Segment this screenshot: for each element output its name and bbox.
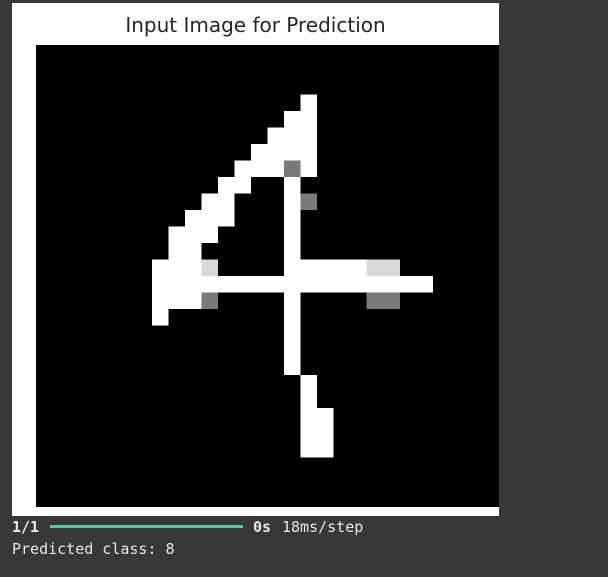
figure-panel: Input Image for Prediction bbox=[12, 3, 499, 516]
digit-pixel bbox=[300, 127, 318, 144]
progress-elapsed: 0s bbox=[253, 518, 272, 536]
digit-pixel bbox=[399, 276, 417, 293]
digit-pixel bbox=[234, 177, 251, 194]
digit-pixel bbox=[267, 144, 285, 161]
digit-pixel bbox=[366, 259, 384, 276]
digit-pixel bbox=[317, 276, 334, 293]
digit-pixel bbox=[366, 292, 384, 309]
digit-pixel bbox=[284, 144, 301, 161]
digit-pixel bbox=[151, 259, 169, 276]
digit-pixel bbox=[168, 292, 185, 309]
digit-pixel bbox=[201, 292, 218, 309]
digit-pixel bbox=[284, 309, 301, 326]
digit-pixel bbox=[217, 210, 235, 227]
digit-pixel bbox=[217, 193, 235, 210]
digit-pixel bbox=[234, 160, 251, 177]
digit-pixel bbox=[284, 276, 301, 293]
digit-pixel bbox=[350, 259, 367, 276]
digit-pixel bbox=[317, 259, 334, 276]
digit-pixel bbox=[267, 276, 285, 293]
digit-pixel bbox=[284, 342, 301, 359]
progress-steps: 1/1 bbox=[12, 518, 40, 536]
progress-line: 1/1 0s 18ms/step bbox=[12, 516, 602, 538]
digit-pixel bbox=[184, 243, 202, 260]
digit-pixel bbox=[300, 193, 318, 210]
digit-pixel bbox=[300, 94, 318, 111]
prediction-text: Predicted class: 8 bbox=[12, 540, 175, 558]
digit-pixel bbox=[300, 160, 318, 177]
digit-pixel bbox=[333, 259, 351, 276]
digit-pixel bbox=[168, 259, 185, 276]
digit-pixel bbox=[201, 276, 218, 293]
digit-pixel bbox=[284, 259, 301, 276]
digit-pixel bbox=[416, 276, 433, 293]
digit-image bbox=[36, 45, 499, 507]
digit-pixel bbox=[333, 276, 351, 293]
digit-pixel bbox=[300, 276, 318, 293]
digit-pixel bbox=[300, 441, 318, 458]
digit-pixel bbox=[383, 292, 400, 309]
digit-pixel bbox=[168, 276, 185, 293]
digit-pixel bbox=[168, 243, 185, 260]
digit-pixel bbox=[300, 259, 318, 276]
digit-pixel bbox=[217, 177, 235, 194]
digit-pixel bbox=[284, 226, 301, 243]
digit-pixel bbox=[300, 424, 318, 441]
digit-pixel bbox=[300, 391, 318, 408]
digit-pixel bbox=[151, 309, 169, 326]
digit-pixel bbox=[300, 375, 318, 392]
digit-pixel bbox=[284, 210, 301, 227]
progress-step-time: 18ms/step bbox=[282, 518, 364, 536]
digit-pixel bbox=[250, 144, 268, 161]
digit-pixel bbox=[184, 276, 202, 293]
digit-pixel bbox=[366, 276, 384, 293]
digit-pixel bbox=[267, 127, 285, 144]
digit-pixel bbox=[317, 441, 334, 458]
digit-pixel bbox=[300, 408, 318, 425]
digit-pixel bbox=[201, 226, 218, 243]
digit-pixel bbox=[168, 226, 185, 243]
digit-pixel bbox=[284, 160, 301, 177]
progress-bar-fill bbox=[50, 525, 243, 528]
digit-pixel bbox=[383, 276, 400, 293]
digit-pixel bbox=[317, 408, 334, 425]
digit-pixel bbox=[317, 424, 334, 441]
progress-bar bbox=[50, 525, 243, 528]
digit-pixel bbox=[284, 358, 301, 375]
digit-pixel bbox=[184, 210, 202, 227]
digit-pixel bbox=[151, 276, 169, 293]
digit-pixel bbox=[284, 325, 301, 342]
digit-pixel bbox=[184, 259, 202, 276]
digit-pixel bbox=[201, 210, 218, 227]
digit-pixel bbox=[284, 243, 301, 260]
digit-pixel bbox=[284, 292, 301, 309]
digit-pixel bbox=[284, 127, 301, 144]
digit-pixel bbox=[284, 111, 301, 128]
digit-pixel bbox=[267, 160, 285, 177]
digit-pixel bbox=[217, 276, 235, 293]
digit-pixel bbox=[250, 160, 268, 177]
digit-pixel bbox=[201, 193, 218, 210]
digit-pixel bbox=[284, 193, 301, 210]
digit-pixel bbox=[184, 226, 202, 243]
notebook-output-page: Input Image for Prediction 1/1 0s 18ms/s… bbox=[0, 0, 608, 577]
digit-pixel bbox=[284, 177, 301, 194]
digit-pixel bbox=[184, 292, 202, 309]
digit-pixel bbox=[234, 276, 251, 293]
digit-pixel bbox=[383, 259, 400, 276]
digit-pixel bbox=[300, 144, 318, 161]
digit-pixel bbox=[250, 276, 268, 293]
digit-pixel bbox=[151, 292, 169, 309]
digit-pixel bbox=[350, 276, 367, 293]
figure-title: Input Image for Prediction bbox=[125, 13, 386, 37]
digit-pixel bbox=[201, 259, 218, 276]
digit-pixel bbox=[300, 111, 318, 128]
